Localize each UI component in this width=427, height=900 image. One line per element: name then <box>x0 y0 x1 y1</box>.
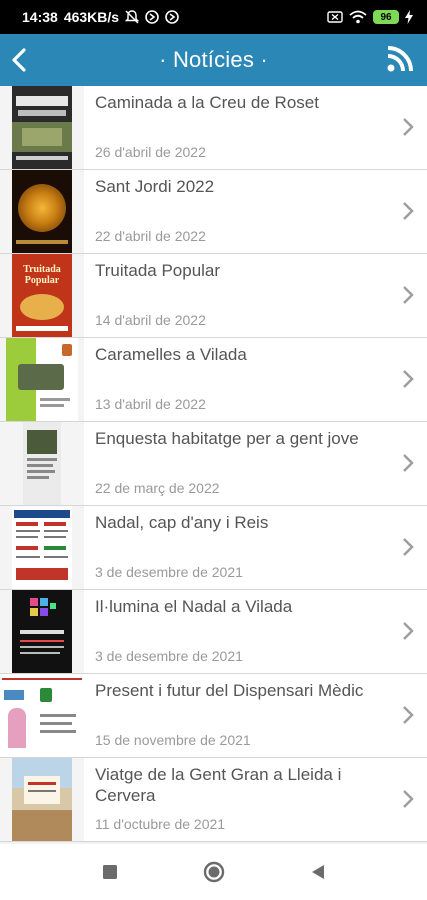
arrow-left-icon <box>12 48 26 72</box>
news-item[interactable]: Il·lumina el Nadal a Vilada 3 de desembr… <box>0 590 427 674</box>
chevron-right-icon <box>403 538 414 556</box>
news-thumbnail <box>0 338 84 421</box>
news-thumbnail <box>0 86 84 169</box>
circle-icon <box>203 861 224 883</box>
battery-level: 96 <box>380 11 392 23</box>
news-item[interactable]: Sant Jordi 2022 22 d'abril de 2022 <box>0 170 427 254</box>
news-item[interactable]: Truitada Popular Truitada Popular 14 d'a… <box>0 254 427 338</box>
chevron-right-icon <box>403 202 414 220</box>
news-thumbnail <box>0 506 84 589</box>
news-thumbnail <box>0 590 84 673</box>
triangle-back-icon <box>311 865 324 879</box>
app-bar: · Notícies · <box>0 34 427 86</box>
news-date: 3 de desembre de 2021 <box>95 648 243 664</box>
news-list: Caminada a la Creu de Roset 26 d'abril d… <box>0 86 427 844</box>
wifi-icon <box>349 10 367 24</box>
news-thumbnail <box>0 170 84 253</box>
system-back-button[interactable] <box>298 852 338 892</box>
mute-bell-icon <box>125 10 140 24</box>
news-item[interactable]: Caminada a la Creu de Roset 26 d'abril d… <box>0 86 427 170</box>
charging-icon <box>405 10 413 24</box>
news-title: Truitada Popular <box>95 261 221 280</box>
news-title: Enquesta habitatge per a gent jove <box>95 429 359 448</box>
sync-app-icon-2 <box>165 10 179 24</box>
news-title: Viatge de la Gent Gran a Lleida i Cerver… <box>95 765 342 805</box>
news-date: 13 d'abril de 2022 <box>95 396 206 412</box>
news-title: Il·lumina el Nadal a Vilada <box>95 597 293 616</box>
battery-icon: 96 <box>373 10 399 24</box>
chevron-right-icon <box>403 622 414 640</box>
news-title: Sant Jordi 2022 <box>95 177 215 196</box>
news-item[interactable]: Present i futur del Dispensari Mèdic 15 … <box>0 674 427 758</box>
status-network-speed: 463KB/s <box>63 9 120 25</box>
chevron-right-icon <box>403 706 414 724</box>
news-date: 11 d'octubre de 2021 <box>95 816 226 832</box>
news-item[interactable]: Nadal, cap d'any i Reis 3 de desembre de… <box>0 506 427 590</box>
chevron-right-icon <box>403 370 414 388</box>
chevron-right-icon <box>403 790 414 808</box>
news-date: 14 d'abril de 2022 <box>95 312 206 328</box>
home-button[interactable] <box>194 852 234 892</box>
news-date: 22 d'abril de 2022 <box>95 228 206 244</box>
sim-off-icon <box>327 10 343 24</box>
news-title: Present i futur del Dispensari Mèdic <box>95 681 364 700</box>
news-title: Caminada a la Creu de Roset <box>95 93 319 112</box>
news-title: Caramelles a Vilada <box>95 345 247 364</box>
thumbnail-caption: Truitada Popular <box>23 264 61 286</box>
page-title: · Notícies · <box>159 47 268 72</box>
news-item[interactable]: Enquesta habitatge per a gent jove 22 de… <box>0 422 427 506</box>
chevron-right-icon <box>403 454 414 472</box>
sync-app-icon <box>145 10 159 24</box>
recents-button[interactable] <box>90 852 130 892</box>
status-bar: 14:38 463KB/s 96 <box>0 0 427 34</box>
news-thumbnail <box>0 674 84 757</box>
news-thumbnail <box>0 422 84 505</box>
news-item[interactable]: Viatge de la Gent Gran a Lleida i Cerver… <box>0 758 427 842</box>
news-title: Nadal, cap d'any i Reis <box>95 513 269 532</box>
news-thumbnail: Truitada Popular <box>0 254 84 337</box>
news-date: 26 d'abril de 2022 <box>95 144 206 160</box>
news-thumbnail <box>0 758 84 841</box>
square-icon <box>102 865 117 879</box>
status-time: 14:38 <box>22 9 58 25</box>
rss-button[interactable] <box>385 44 415 74</box>
news-date: 15 de novembre de 2021 <box>95 732 251 748</box>
rss-icon <box>387 46 413 72</box>
news-date: 3 de desembre de 2021 <box>95 564 243 580</box>
news-date: 22 de març de 2022 <box>95 480 220 496</box>
back-button[interactable] <box>8 46 30 74</box>
news-item[interactable]: Caramelles a Vilada 13 d'abril de 2022 <box>0 338 427 422</box>
chevron-right-icon <box>403 286 414 304</box>
chevron-right-icon <box>403 118 414 136</box>
system-navigation-bar <box>0 844 427 900</box>
